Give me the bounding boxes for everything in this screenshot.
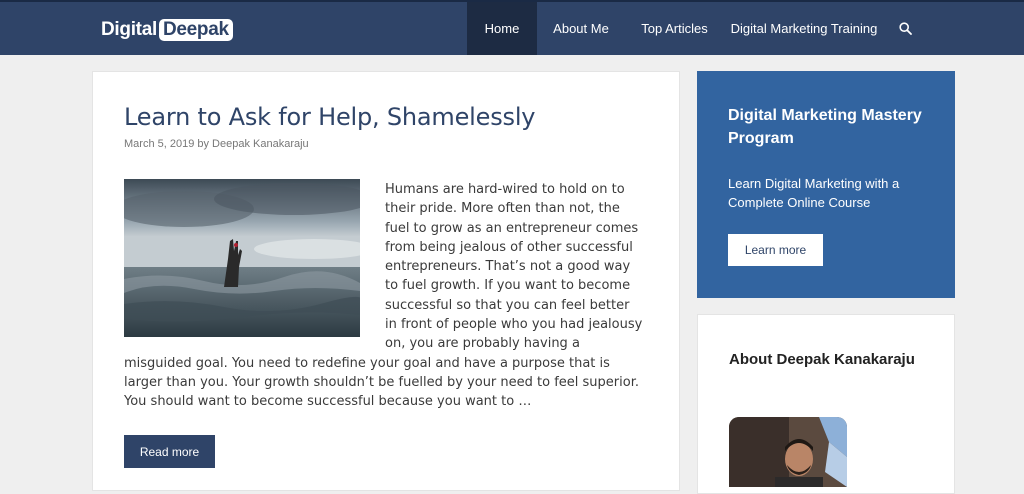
promo-text: Learn Digital Marketing with a Complete … [728, 176, 900, 210]
nav-item-about-me[interactable]: About Me [537, 2, 625, 55]
promo-title: Digital Marketing Mastery Program [728, 107, 922, 147]
main-nav: Home About Me Top Articles Digital Marke… [467, 2, 926, 55]
excerpt-image-space [124, 180, 360, 340]
search-icon [898, 22, 912, 35]
read-more-button[interactable]: Read more [124, 435, 215, 468]
search-button[interactable] [884, 2, 926, 55]
post-excerpt: Humans are hard-wired to hold on to thei… [124, 180, 644, 412]
nav-item-digital-marketing-training[interactable]: Digital Marketing Training [724, 2, 884, 55]
author-portrait [729, 417, 847, 487]
site-header: Digital Deepak Home About Me Top Article… [0, 0, 1024, 55]
about-widget: About Deepak Kanakaraju [697, 314, 955, 494]
post-card: Learn to Ask for Help, Shamelessly March… [92, 71, 680, 491]
site-logo[interactable]: Digital Deepak [101, 18, 233, 42]
post-meta: March 5, 2019 by Deepak Kanakaraju [124, 138, 309, 150]
promo-widget: Digital Marketing Mastery Program Learn … [697, 71, 955, 298]
post-title[interactable]: Learn to Ask for Help, Shamelessly [124, 103, 535, 131]
about-title: About Deepak Kanakaraju [729, 351, 915, 368]
learn-more-button[interactable]: Learn more [728, 234, 823, 266]
nav-item-home[interactable]: Home [467, 2, 537, 55]
logo-word-digital: Digital [101, 19, 157, 40]
author-photo [729, 417, 847, 487]
logo-word-deepak: Deepak [158, 19, 233, 41]
nav-item-top-articles[interactable]: Top Articles [625, 2, 724, 55]
